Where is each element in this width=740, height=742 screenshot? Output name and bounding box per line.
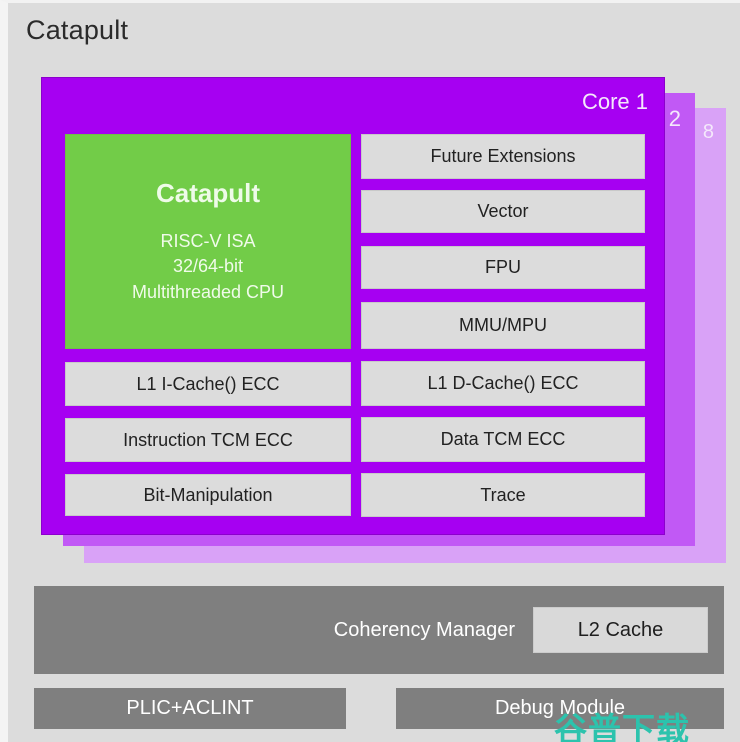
cpu-block[interactable]: Catapult RISC-V ISA 32/64-bit Multithrea… <box>65 134 351 349</box>
page-title: Catapult <box>26 15 129 45</box>
ip-block-mmu-mpu[interactable]: MMU/MPU <box>361 302 645 349</box>
core-layer-label-8: 8 <box>702 121 714 143</box>
plic-aclint-block[interactable]: PLIC+ACLINT <box>34 688 346 729</box>
diagram-canvas: Catapult 8 2 Core 1 Catapult RISC-V ISA … <box>0 0 740 742</box>
cpu-block-line-3: Multithreaded CPU <box>131 281 285 302</box>
coherency-manager-label: Coherency Manager <box>333 618 515 641</box>
cpu-block-line-1: RISC-V ISA <box>160 230 256 251</box>
l2-cache-block[interactable]: L2 Cache <box>533 607 708 653</box>
ip-block-l1-dcache-ecc[interactable]: L1 D-Cache() ECC <box>361 361 645 406</box>
ip-block-trace[interactable]: Trace <box>361 473 645 517</box>
cpu-block-title: Catapult <box>156 177 260 208</box>
core-contents: Catapult RISC-V ISA 32/64-bit Multithrea… <box>41 77 665 535</box>
ip-block-l1-icache-ecc[interactable]: L1 I-Cache() ECC <box>65 362 351 406</box>
coherency-manager-block[interactable]: Coherency Manager L2 Cache <box>34 586 724 674</box>
ip-block-vector[interactable]: Vector <box>361 190 645 233</box>
ip-block-data-tcm-ecc[interactable]: Data TCM ECC <box>361 417 645 462</box>
debug-module-block[interactable]: Debug Module <box>396 688 724 729</box>
ip-block-bit-manipulation[interactable]: Bit-Manipulation <box>65 474 351 516</box>
ip-block-fpu[interactable]: FPU <box>361 246 645 289</box>
cpu-block-line-2: 32/64-bit <box>172 256 244 277</box>
ip-block-future-extensions[interactable]: Future Extensions <box>361 134 645 179</box>
core-layer-label-2: 2 <box>668 106 681 131</box>
ip-block-instruction-tcm-ecc[interactable]: Instruction TCM ECC <box>65 418 351 462</box>
